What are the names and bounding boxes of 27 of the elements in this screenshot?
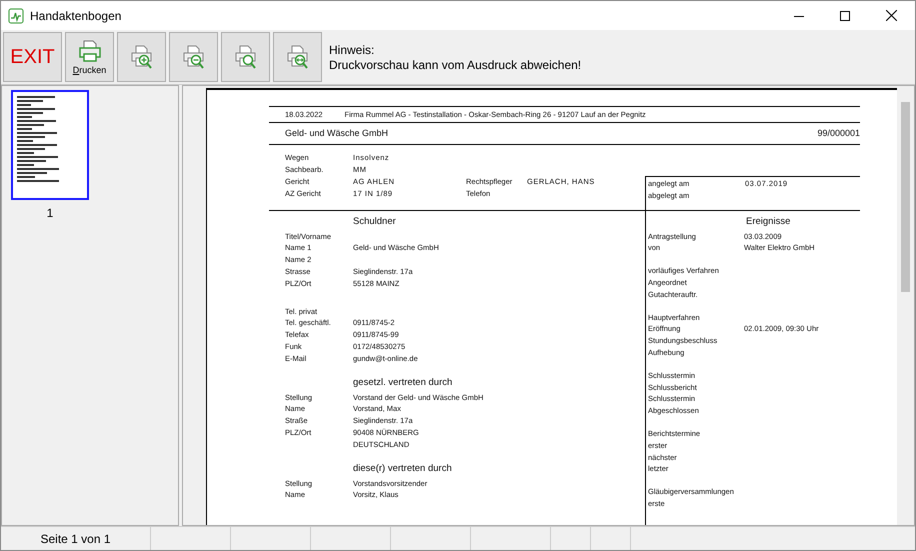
section-heading: Schuldner	[353, 216, 397, 230]
zoom-width-icon	[284, 44, 310, 70]
section-heading: gesetzl. vertreten durch	[353, 377, 454, 390]
app-icon	[8, 8, 24, 24]
page-thumbnail[interactable]	[11, 90, 89, 200]
zoom-in-button[interactable]	[117, 32, 166, 82]
magnifier-page-icon	[232, 44, 258, 70]
section-heading: diese(r) vertreten durch	[353, 463, 453, 476]
zoom-in-icon	[128, 44, 154, 70]
scrollbar-thumb[interactable]	[901, 102, 910, 292]
page-number: 1	[46, 206, 54, 220]
maximize-icon[interactable]	[840, 10, 850, 20]
printer-icon	[78, 39, 102, 63]
hint-text: Druckvorschau kann vom Ausdruck abweichen!	[329, 58, 582, 72]
status-page: Seite 1 von 1	[1, 527, 151, 550]
close-icon[interactable]	[886, 10, 897, 21]
exit-button[interactable]: EXIT	[3, 32, 62, 82]
hint-text: Hinweis:	[329, 42, 376, 56]
debtor-title: Geld- und Wäsche GmbH	[284, 128, 388, 138]
print-button[interactable]: Drucken	[65, 32, 114, 82]
zoom-page-button[interactable]	[221, 32, 270, 82]
window-title: Handaktenbogen	[30, 8, 122, 22]
section-heading: Ereignisse	[746, 216, 792, 230]
zoom-out-icon	[180, 44, 206, 70]
zoom-width-button[interactable]	[273, 32, 322, 82]
file-number: 99/000001	[817, 128, 860, 138]
zoom-out-button[interactable]	[169, 32, 218, 82]
